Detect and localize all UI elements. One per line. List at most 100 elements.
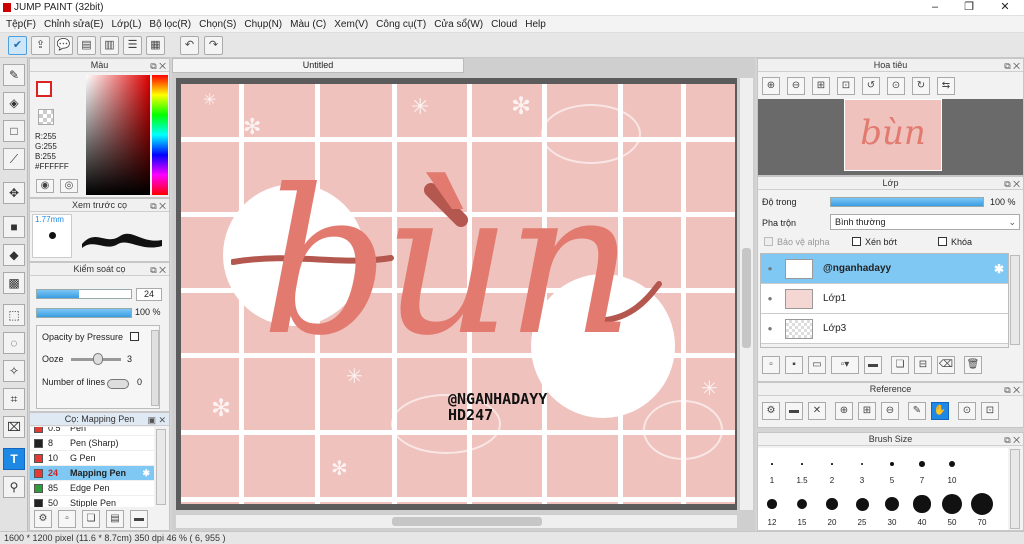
rotate-left-icon[interactable]: ↺	[862, 77, 880, 95]
reference-rotate-icon[interactable]: ⊙	[958, 402, 976, 420]
panel-close-icon[interactable]: ▣ ✕	[147, 414, 166, 427]
hue-slider[interactable]	[152, 75, 168, 195]
reference-fit-window-icon[interactable]: ⊡	[981, 402, 999, 420]
layer-row[interactable]: ● Lớp3	[761, 314, 1008, 344]
palette-icon[interactable]: ◉	[36, 179, 54, 193]
panel-close-icon[interactable]: ⧉ ✕	[150, 200, 166, 213]
layer-folder-icon[interactable]: ▬	[864, 356, 882, 374]
size-slider[interactable]	[36, 289, 132, 299]
artwork-canvas[interactable]: ✳ ✻ ✳ ✻ ✻ ✳ ✻ ✳ bùn @NGANHADAYY HD247	[181, 84, 735, 504]
vertical-scroll-thumb[interactable]	[742, 248, 751, 348]
menu-view[interactable]: Xem(V)	[332, 19, 374, 30]
line-tool-icon[interactable]: ⟋	[3, 148, 25, 170]
clear-layer-icon[interactable]: ⌫	[937, 356, 955, 374]
eyedropper-tool-icon[interactable]: ⚲	[3, 476, 25, 498]
layer-opacity-slider[interactable]	[830, 197, 984, 207]
brush-list-item[interactable]: 8 Pen (Sharp)	[30, 436, 154, 451]
brush-size-scrollbar[interactable]	[1010, 449, 1020, 529]
brush-list-item[interactable]: 10 G Pen	[30, 451, 154, 466]
brush-list-item[interactable]: 85 Edge Pen	[30, 481, 154, 496]
maximize-button[interactable]: ❐	[952, 0, 986, 16]
blend-select[interactable]: Bình thường ⌄	[830, 214, 1020, 230]
menu-window[interactable]: Cửa sổ(W)	[432, 19, 489, 30]
opacity-slider[interactable]	[36, 308, 132, 318]
brush-tool-icon[interactable]: ✎	[3, 64, 25, 86]
color-picker-icon[interactable]: ◎	[60, 179, 78, 193]
panel-close-icon[interactable]: ⧉ ✕	[1004, 60, 1020, 73]
actual-size-icon[interactable]: ⊡	[837, 77, 855, 95]
reference-zoom-in-icon[interactable]: ⊕	[835, 402, 853, 420]
menu-file[interactable]: Tệp(F)	[4, 19, 42, 30]
saturation-value-picker[interactable]	[86, 75, 150, 195]
menu-edit[interactable]: Chỉnh sửa(E)	[42, 19, 110, 30]
merge-layer-icon[interactable]: ⊟	[914, 356, 932, 374]
shape-tool-icon[interactable]: □	[3, 120, 25, 142]
brush-size-dot[interactable]	[767, 499, 777, 509]
menu-capture[interactable]: Chụp(N)	[242, 19, 288, 30]
brush-size-dot[interactable]	[771, 463, 773, 465]
menu-select[interactable]: Chọn(S)	[197, 19, 242, 30]
magic-wand-tool-icon[interactable]: ✧	[3, 360, 25, 382]
transparent-color-swatch[interactable]	[38, 109, 54, 125]
close-button[interactable]: ✕	[988, 0, 1022, 16]
brush-size-dot[interactable]	[949, 461, 955, 467]
select-pen-tool-icon[interactable]: ⌗	[3, 388, 25, 410]
select-rect-tool-icon[interactable]: ⬚	[3, 304, 25, 326]
pressure-checkbox[interactable]	[130, 332, 139, 341]
reference-fit-icon[interactable]: ⊞	[858, 402, 876, 420]
gear-icon[interactable]: ✱	[994, 262, 1004, 276]
menu-filter[interactable]: Bộ lọc(R)	[147, 19, 197, 30]
horizontal-scrollbar[interactable]	[176, 514, 737, 528]
folder-icon[interactable]: ▬	[130, 510, 148, 528]
new-layer-8bit-icon[interactable]: ▪	[785, 356, 803, 374]
brush-size-dot[interactable]	[826, 498, 838, 510]
document-icon[interactable]: ▥	[100, 36, 119, 55]
menu-cloud[interactable]: Cloud	[489, 19, 523, 30]
reference-close-icon[interactable]: ✕	[808, 402, 826, 420]
menu-tools[interactable]: Công cụ(T)	[374, 19, 432, 30]
document-tab[interactable]: Untitled	[172, 58, 464, 73]
eraser-tool-icon[interactable]: ◈	[3, 92, 25, 114]
lasso-tool-icon[interactable]: ◌	[3, 332, 25, 354]
grid-icon[interactable]: ▦	[146, 36, 165, 55]
rotate-right-icon[interactable]: ↻	[912, 77, 930, 95]
primary-color-swatch[interactable]	[36, 81, 52, 97]
panel-close-icon[interactable]: ⧉ ✕	[150, 264, 166, 277]
zoom-out-icon[interactable]: ⊖	[787, 77, 805, 95]
new-layer-1bit-icon[interactable]: ▭	[808, 356, 826, 374]
panel-icon[interactable]: ▤	[77, 36, 96, 55]
brush-size-dot[interactable]	[831, 463, 833, 465]
brush-size-dot[interactable]	[942, 494, 962, 514]
lines-slider-thumb[interactable]	[107, 379, 129, 389]
horizontal-scroll-thumb[interactable]	[392, 517, 542, 526]
eyedropper-icon[interactable]: ✎	[908, 402, 926, 420]
brush-list-item[interactable]: 24 Mapping Pen ✱	[30, 466, 154, 481]
brush-list-item[interactable]: 50 Stipple Pen	[30, 496, 154, 507]
menu-help[interactable]: Help	[523, 19, 552, 30]
brush-size-dot[interactable]	[919, 461, 925, 467]
lock-checkbox[interactable]	[938, 237, 947, 246]
brush-size-dot[interactable]	[860, 462, 864, 466]
new-layer-icon[interactable]: ▫	[762, 356, 780, 374]
layer-row[interactable]: ● Lớp1	[761, 284, 1008, 314]
hand-icon[interactable]: ✋	[931, 402, 949, 420]
ooze-slider-thumb[interactable]	[93, 353, 103, 365]
layer-row[interactable]: ● @nganhadayy ✱	[761, 254, 1008, 284]
brush-list-item[interactable]: 0.5 Pen	[30, 427, 154, 436]
clipping-checkbox[interactable]	[852, 237, 861, 246]
speech-icon[interactable]: 💬	[54, 36, 73, 55]
vertical-scrollbar[interactable]	[739, 78, 753, 510]
copy-brush-icon[interactable]: ❏	[82, 510, 100, 528]
reference-settings-icon[interactable]: ⚙	[762, 402, 780, 420]
check-icon[interactable]: ✔	[8, 36, 27, 55]
brush-size-dot[interactable]	[796, 498, 808, 510]
undo-icon[interactable]: ↶	[180, 36, 199, 55]
trash-icon[interactable]: 🗑	[964, 356, 982, 374]
bucket-tool-icon[interactable]: ◆	[3, 244, 25, 266]
brush-list-scrollbar[interactable]	[156, 429, 166, 505]
redo-icon[interactable]: ↷	[204, 36, 223, 55]
gear-icon[interactable]: ✱	[142, 468, 150, 479]
fit-icon[interactable]: ⊞	[812, 77, 830, 95]
panel-close-icon[interactable]: ⧉ ✕	[1004, 434, 1020, 447]
brush-size-dot[interactable]	[971, 493, 993, 515]
